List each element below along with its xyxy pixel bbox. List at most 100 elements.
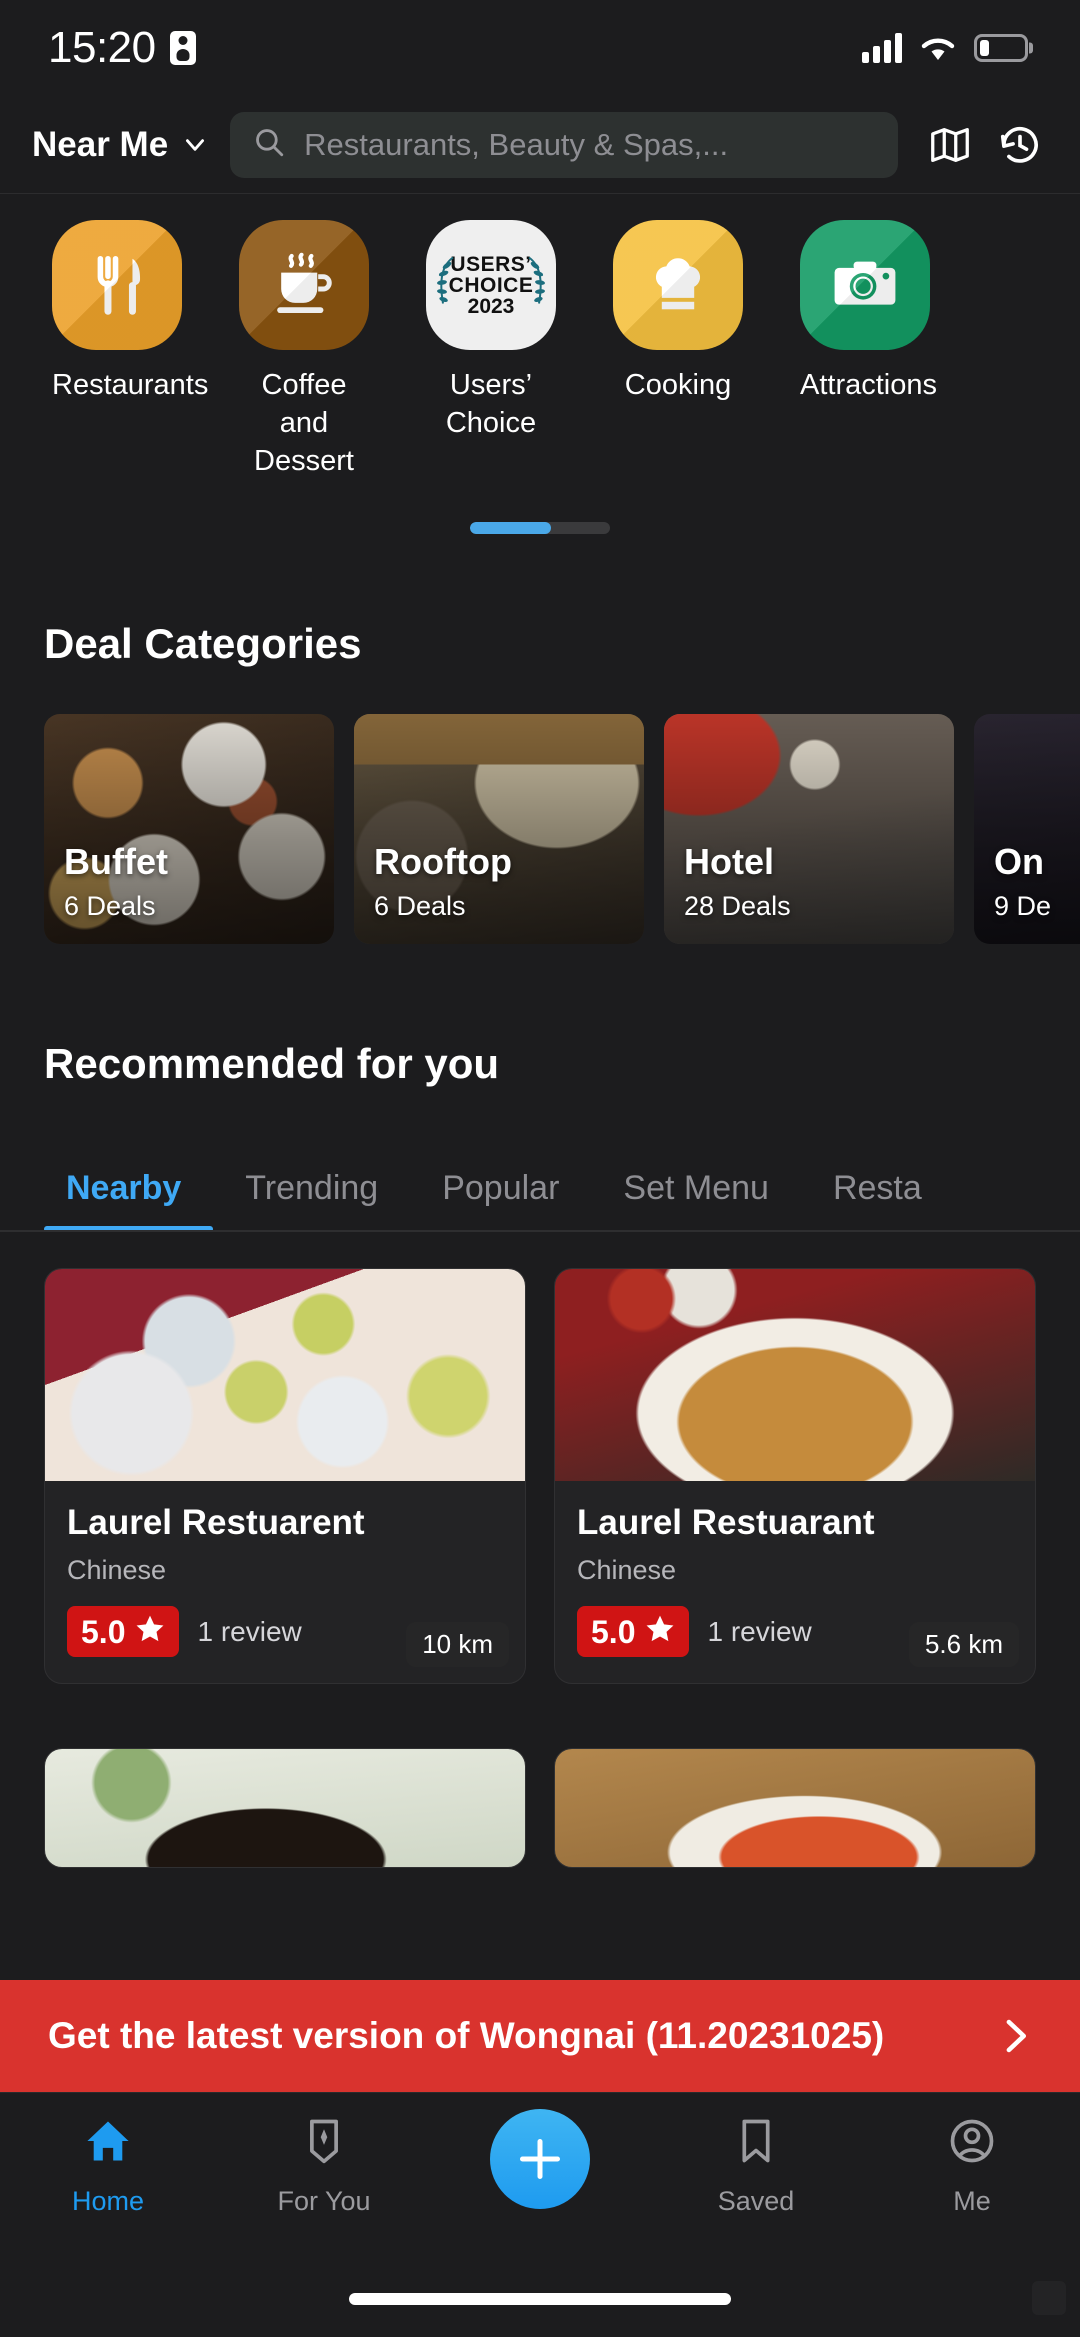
tab-label: Set Menu bbox=[623, 1169, 769, 1207]
home-indicator bbox=[349, 2293, 731, 2305]
search-header: Near Me Restaurants, Beauty & Spas,... bbox=[0, 96, 1080, 194]
tab-set-menu[interactable]: Set Menu bbox=[591, 1169, 801, 1230]
location-label: Near Me bbox=[32, 124, 169, 164]
restaurant-name: Laurel Restuarent bbox=[67, 1503, 365, 1542]
category-carousel[interactable]: Restaurants Coffee and Dessert USERS’ CH… bbox=[0, 194, 1080, 480]
location-selector[interactable]: Near Me bbox=[32, 125, 208, 165]
nav-label: Me bbox=[953, 2186, 991, 2216]
status-bar-left: 15:20 bbox=[48, 23, 196, 73]
laurel-right-icon bbox=[526, 254, 548, 317]
nav-item-for-you[interactable]: For You bbox=[216, 2093, 432, 2217]
plus-icon[interactable] bbox=[490, 2109, 590, 2209]
deal-card-name: Hotel bbox=[684, 841, 774, 883]
restaurant-cuisine: Chinese bbox=[67, 1555, 167, 1585]
rating-chip: 5.0 bbox=[577, 1606, 690, 1657]
search-input[interactable]: Restaurants, Beauty & Spas,... bbox=[230, 111, 898, 178]
category-item-users-choice[interactable]: USERS’ CHOICE 2023 Users’ Choice bbox=[426, 220, 556, 480]
distance-badge: 5.6 km bbox=[908, 1622, 1019, 1667]
category-label: Coffee and Dessert bbox=[254, 369, 354, 477]
rating-value: 5.0 bbox=[81, 1613, 126, 1650]
tab-label: Resta bbox=[832, 1169, 922, 1207]
badge-line-1: USERS’ bbox=[450, 252, 532, 276]
category-item-attractions[interactable]: Attractions bbox=[800, 220, 937, 480]
status-time: 15:20 bbox=[48, 23, 156, 72]
braised-meat-photo bbox=[555, 1749, 1035, 1867]
deal-card-text: Rooftop 6 Deals bbox=[374, 843, 512, 922]
badge-line-2: CHOICE bbox=[448, 273, 534, 297]
deal-card-count: 28 Deals bbox=[684, 891, 791, 921]
map-icon[interactable] bbox=[924, 119, 976, 171]
badge-line-3: 2023 bbox=[467, 294, 515, 318]
chef-hat-icon bbox=[613, 220, 743, 350]
nav-item-saved[interactable]: Saved bbox=[648, 2093, 864, 2217]
category-label: Users’ Choice bbox=[445, 369, 537, 439]
bottom-navigation: Home For You Saved Me bbox=[0, 2092, 1080, 2256]
history-icon[interactable] bbox=[994, 119, 1046, 171]
nav-label: For You bbox=[277, 2186, 371, 2216]
account-icon bbox=[946, 2115, 998, 2172]
tab-label: Popular bbox=[442, 1169, 560, 1207]
deal-card-name: On bbox=[994, 841, 1044, 883]
deal-card-count: 9 De bbox=[994, 891, 1052, 921]
update-banner-text: Get the latest version of Wongnai (11.20… bbox=[48, 2015, 885, 2056]
category-label: Cooking bbox=[624, 369, 732, 401]
home-icon bbox=[82, 2115, 134, 2172]
search-icon bbox=[252, 125, 286, 164]
bookmark-icon bbox=[730, 2115, 782, 2172]
restaurant-card[interactable]: 5.6 km Laurel Restuarant Chinese 5.0 1 r… bbox=[554, 1268, 1036, 1684]
deal-categories-title: Deal Categories bbox=[44, 620, 362, 667]
fried-noodles-plate-photo bbox=[555, 1269, 1035, 1481]
rating-chip: 5.0 bbox=[67, 1606, 180, 1657]
restaurant-card[interactable] bbox=[554, 1748, 1036, 1868]
deal-card[interactable]: On 9 De bbox=[974, 714, 1080, 944]
deal-card[interactable]: Rooftop 6 Deals bbox=[354, 714, 644, 944]
watermark bbox=[1032, 2281, 1066, 2315]
tab-restaurant[interactable]: Resta bbox=[801, 1169, 954, 1230]
deal-card[interactable]: Hotel 28 Deals bbox=[664, 714, 954, 944]
tab-popular[interactable]: Popular bbox=[410, 1169, 591, 1230]
category-label: Restaurants bbox=[52, 369, 209, 401]
search-placeholder: Restaurants, Beauty & Spas,... bbox=[304, 126, 729, 162]
camera-icon bbox=[800, 220, 930, 350]
restaurant-name: Laurel Restuarant bbox=[577, 1503, 875, 1542]
restaurant-card[interactable]: 10 km Laurel Restuarent Chinese 5.0 1 re… bbox=[44, 1268, 526, 1684]
chevron-down-icon bbox=[182, 132, 208, 158]
deal-card[interactable]: Buffet 6 Deals bbox=[44, 714, 334, 944]
carousel-scroll-indicator[interactable] bbox=[470, 522, 610, 534]
recommended-tabs[interactable]: Nearby Trending Popular Set Menu Resta bbox=[0, 1136, 1080, 1232]
nav-item-home[interactable]: Home bbox=[0, 2093, 216, 2217]
cellular-signal-icon bbox=[862, 33, 902, 63]
nav-label: Home bbox=[71, 2186, 145, 2216]
tab-nearby[interactable]: Nearby bbox=[44, 1169, 214, 1230]
chevron-right-icon[interactable] bbox=[994, 2015, 1036, 2057]
status-bar: 15:20 bbox=[0, 0, 1080, 96]
nav-item-create[interactable] bbox=[432, 2093, 648, 2223]
fruit-dessert-cups-photo bbox=[45, 1269, 525, 1481]
carousel-scroll-thumb bbox=[470, 522, 552, 534]
coffee-cup-icon bbox=[239, 220, 369, 350]
tab-trending[interactable]: Trending bbox=[213, 1169, 410, 1230]
restaurant-card[interactable] bbox=[44, 1748, 526, 1868]
update-banner[interactable]: Get the latest version of Wongnai (11.20… bbox=[0, 1980, 1080, 2092]
id-card-icon bbox=[169, 31, 196, 65]
category-item-restaurants[interactable]: Restaurants bbox=[52, 220, 209, 480]
laurel-left-icon bbox=[434, 254, 456, 317]
soup-bowl-photo bbox=[45, 1749, 525, 1867]
review-count: 1 review bbox=[707, 1615, 812, 1647]
restaurant-cuisine: Chinese bbox=[577, 1555, 677, 1585]
category-label: Attractions bbox=[800, 369, 937, 401]
tab-label: Trending bbox=[245, 1169, 379, 1207]
category-item-coffee-and-dessert[interactable]: Coffee and Dessert bbox=[239, 220, 369, 480]
battery-low-icon bbox=[974, 34, 1028, 62]
users-choice-text: USERS’ CHOICE 2023 bbox=[449, 254, 534, 317]
users-choice-badge-icon: USERS’ CHOICE 2023 bbox=[426, 220, 556, 350]
deal-card-text: On 9 De bbox=[994, 843, 1051, 922]
nav-item-me[interactable]: Me bbox=[864, 2093, 1080, 2217]
bookmark-spark-icon bbox=[298, 2115, 350, 2172]
tab-label: Nearby bbox=[66, 1169, 182, 1207]
deal-card-text: Buffet 6 Deals bbox=[64, 843, 168, 922]
category-item-cooking[interactable]: Cooking bbox=[613, 220, 743, 480]
deal-categories-row[interactable]: Buffet 6 Deals Rooftop 6 Deals Hotel 28 … bbox=[0, 714, 1080, 944]
star-icon bbox=[133, 1612, 167, 1651]
wifi-icon bbox=[918, 33, 958, 63]
